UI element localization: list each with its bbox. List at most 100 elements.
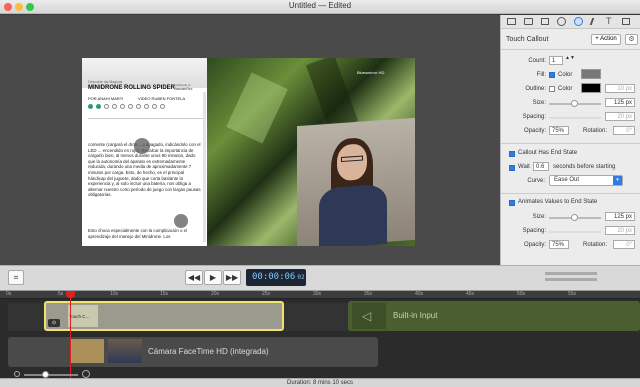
- wait-label: Wait: [518, 164, 530, 170]
- rotation-field[interactable]: 0°: [613, 126, 635, 135]
- spacing-field[interactable]: 20 px: [605, 112, 635, 121]
- share-icon[interactable]: [96, 104, 101, 109]
- ruler-tick: 35s: [364, 291, 373, 297]
- clip-highlight: [70, 339, 104, 363]
- add-action-button[interactable]: + Action: [591, 34, 621, 45]
- facecam-clip[interactable]: Cámara FaceTime HD (integrada): [8, 337, 378, 367]
- count-stepper[interactable]: ▲▼: [565, 55, 575, 61]
- speaker-icon-box: ◁: [352, 303, 386, 329]
- screen-clip[interactable]: Touch C... ⊙: [44, 301, 284, 331]
- annotation-inspector-icon[interactable]: [589, 18, 601, 25]
- share-icon[interactable]: [144, 104, 149, 109]
- animates-checkbox[interactable]: [509, 200, 515, 206]
- size-slider-knob[interactable]: [571, 100, 578, 107]
- outline-color-well[interactable]: [581, 83, 601, 93]
- rewind-button[interactable]: ◀◀: [185, 270, 203, 285]
- window-titlebar: Untitled — Edited: [0, 0, 640, 14]
- outline-checkbox[interactable]: [549, 86, 555, 92]
- zoom-in-icon[interactable]: [82, 370, 90, 378]
- window-title: Untitled — Edited: [288, 1, 352, 10]
- timeline[interactable]: 0s 5s 10s 15s 20s 25s 30s 35s 40s 45s 50…: [0, 291, 640, 378]
- end-opacity-label: Opacity:: [523, 242, 546, 248]
- share-icon[interactable]: [136, 104, 141, 109]
- wait-checkbox[interactable]: [509, 165, 515, 171]
- gear-icon[interactable]: ⚙: [625, 34, 638, 45]
- count-label: Count:: [528, 58, 546, 64]
- touch-callout-marker: [134, 138, 150, 154]
- end-opacity-field[interactable]: 75%: [549, 240, 569, 249]
- callout-clip[interactable]: Touch C...: [68, 305, 98, 327]
- share-icon[interactable]: [160, 104, 165, 109]
- article-body-continued: Esto choca especialmente con la complica…: [88, 228, 188, 239]
- spacing-slider[interactable]: [549, 117, 601, 119]
- play-button[interactable]: ▶: [204, 270, 222, 285]
- article-author: POR ANAHI MARTI: [88, 96, 124, 101]
- share-icon[interactable]: [120, 104, 125, 109]
- animates-label: Animates Values to End State: [518, 199, 598, 205]
- inspector-title: Touch Callout: [506, 36, 549, 43]
- share-icon[interactable]: [112, 104, 117, 109]
- zoom-handle-bar[interactable]: [545, 278, 597, 281]
- share-icon[interactable]: [152, 104, 157, 109]
- end-spacing-field[interactable]: 20 px: [605, 226, 635, 235]
- doc-scrollbar[interactable]: [203, 92, 206, 242]
- size-field[interactable]: 125 px: [605, 98, 635, 107]
- ruler-tick: 25s: [262, 291, 271, 297]
- curve-popup[interactable]: Ease Out ▾: [549, 175, 623, 186]
- ruler-tick: 40s: [415, 291, 424, 297]
- fast-forward-button[interactable]: ▶▶: [223, 270, 241, 285]
- wait-field[interactable]: 0.6: [533, 162, 549, 171]
- fill-checkbox[interactable]: [549, 72, 555, 78]
- curve-value: Ease Out: [554, 177, 580, 183]
- opacity-field[interactable]: 75%: [549, 126, 569, 135]
- video-inspector-icon[interactable]: [524, 18, 533, 25]
- spacing-label: Spacing:: [522, 114, 546, 120]
- end-spacing-label: Spacing:: [522, 228, 546, 234]
- end-size-slider[interactable]: [549, 214, 601, 221]
- size-slider[interactable]: [549, 100, 601, 107]
- outline-width-field[interactable]: 10 px: [605, 84, 635, 93]
- end-rotation-label: Rotation:: [583, 242, 608, 248]
- divider: [501, 49, 640, 50]
- facecam-overlay[interactable]: [297, 117, 415, 246]
- count-field[interactable]: 1: [549, 56, 563, 65]
- crop-icon[interactable]: ⌗: [8, 270, 24, 285]
- zoom-handle-bar[interactable]: [545, 272, 597, 275]
- article-document: Descubre las Magicas MINIDRONE ROLLING S…: [82, 58, 207, 246]
- playhead-handle[interactable]: [66, 291, 75, 298]
- timeline-zoom-knob[interactable]: [42, 371, 49, 378]
- outline-color-label: Color: [558, 86, 573, 92]
- callout-inspector-icon[interactable]: [574, 17, 583, 26]
- audio-inspector-icon[interactable]: [557, 17, 566, 26]
- share-icon[interactable]: [88, 104, 93, 109]
- playhead-line[interactable]: [70, 291, 71, 378]
- zoom-out-icon[interactable]: [14, 371, 20, 377]
- end-size-field[interactable]: 125 px: [605, 212, 635, 221]
- text-inspector-icon[interactable]: T: [606, 17, 612, 26]
- timeline-zoom-slider[interactable]: [24, 371, 78, 378]
- recording-canvas[interactable]: Descubre las Magicas MINIDRONE ROLLING S…: [82, 58, 415, 246]
- shirt-shape: [319, 183, 387, 246]
- end-spacing-slider[interactable]: [549, 231, 601, 233]
- rotation-label: Rotation:: [583, 128, 608, 134]
- video-badge: Bluesmirror HD: [357, 70, 385, 75]
- speaker-icon: ◁: [362, 309, 372, 323]
- share-icon[interactable]: [128, 104, 133, 109]
- canvas-inspector-icon[interactable]: [507, 18, 516, 25]
- chevron-down-icon[interactable]: ▾: [613, 176, 622, 185]
- wait-suffix: seconds before starting: [553, 164, 616, 170]
- curve-label: Curve:: [527, 178, 545, 184]
- canvas-stage: Descubre las Magicas MINIDRONE ROLLING S…: [0, 15, 500, 265]
- audio-clip[interactable]: ◁ Built-in Input: [348, 301, 640, 331]
- fill-color-well[interactable]: [581, 69, 601, 79]
- ruler-tick: 50s: [517, 291, 526, 297]
- end-rotation-field[interactable]: 0°: [613, 240, 635, 249]
- touch-callout-marker: [174, 214, 188, 228]
- info-inspector-icon[interactable]: [622, 18, 630, 25]
- screen-inspector-icon[interactable]: [541, 18, 549, 25]
- share-icon[interactable]: [104, 104, 109, 109]
- timeline-ruler[interactable]: 0s 5s 10s 15s 20s 25s 30s 35s 40s 45s 50…: [0, 291, 640, 299]
- end-size-slider-knob[interactable]: [571, 214, 578, 221]
- has-end-state-checkbox[interactable]: [509, 151, 515, 157]
- ruler-tick: 20s: [211, 291, 220, 297]
